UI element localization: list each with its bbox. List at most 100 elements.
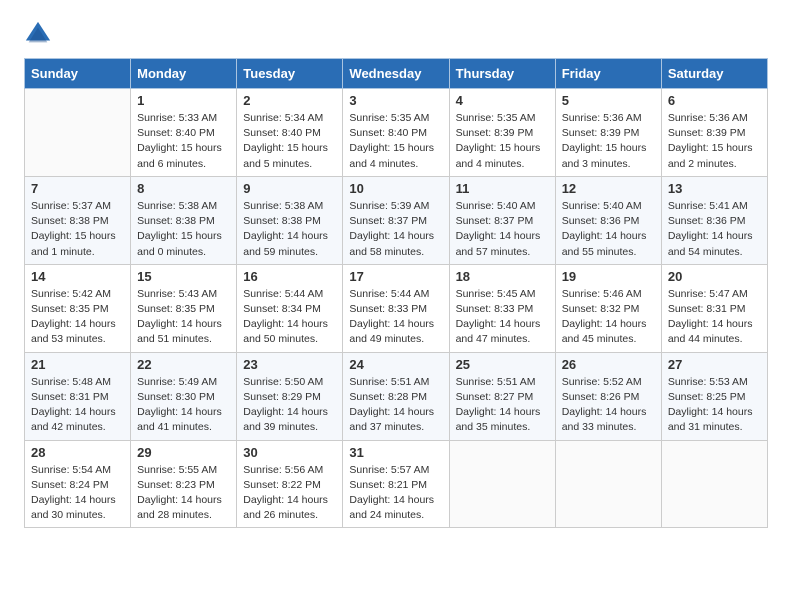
weekday-header-row: SundayMondayTuesdayWednesdayThursdayFrid… [25,59,768,89]
day-info: Sunrise: 5:45 AMSunset: 8:33 PMDaylight:… [456,288,541,346]
day-info: Sunrise: 5:35 AMSunset: 8:40 PMDaylight:… [349,112,434,170]
day-info: Sunrise: 5:33 AMSunset: 8:40 PMDaylight:… [137,112,222,170]
day-number: 20 [668,269,761,284]
day-info: Sunrise: 5:57 AMSunset: 8:21 PMDaylight:… [349,464,434,522]
day-info: Sunrise: 5:38 AMSunset: 8:38 PMDaylight:… [243,200,328,258]
calendar-cell [555,440,661,528]
day-number: 9 [243,181,336,196]
calendar-cell: 7 Sunrise: 5:37 AMSunset: 8:38 PMDayligh… [25,176,131,264]
calendar-week-4: 21 Sunrise: 5:48 AMSunset: 8:31 PMDaylig… [25,352,768,440]
calendar-cell: 26 Sunrise: 5:52 AMSunset: 8:26 PMDaylig… [555,352,661,440]
calendar-cell: 21 Sunrise: 5:48 AMSunset: 8:31 PMDaylig… [25,352,131,440]
day-info: Sunrise: 5:51 AMSunset: 8:27 PMDaylight:… [456,376,541,434]
calendar-cell: 19 Sunrise: 5:46 AMSunset: 8:32 PMDaylig… [555,264,661,352]
calendar-cell [449,440,555,528]
calendar-cell: 29 Sunrise: 5:55 AMSunset: 8:23 PMDaylig… [131,440,237,528]
calendar-cell: 10 Sunrise: 5:39 AMSunset: 8:37 PMDaylig… [343,176,449,264]
day-number: 16 [243,269,336,284]
calendar-cell: 2 Sunrise: 5:34 AMSunset: 8:40 PMDayligh… [237,89,343,177]
weekday-header-friday: Friday [555,59,661,89]
calendar-cell: 25 Sunrise: 5:51 AMSunset: 8:27 PMDaylig… [449,352,555,440]
calendar-week-1: 1 Sunrise: 5:33 AMSunset: 8:40 PMDayligh… [25,89,768,177]
calendar-cell: 22 Sunrise: 5:49 AMSunset: 8:30 PMDaylig… [131,352,237,440]
weekday-header-tuesday: Tuesday [237,59,343,89]
day-number: 5 [562,93,655,108]
day-number: 31 [349,445,442,460]
day-number: 7 [31,181,124,196]
calendar-cell: 30 Sunrise: 5:56 AMSunset: 8:22 PMDaylig… [237,440,343,528]
calendar-cell: 12 Sunrise: 5:40 AMSunset: 8:36 PMDaylig… [555,176,661,264]
day-info: Sunrise: 5:55 AMSunset: 8:23 PMDaylight:… [137,464,222,522]
day-info: Sunrise: 5:40 AMSunset: 8:37 PMDaylight:… [456,200,541,258]
calendar-cell [25,89,131,177]
day-number: 14 [31,269,124,284]
logo-icon [24,20,52,48]
day-info: Sunrise: 5:39 AMSunset: 8:37 PMDaylight:… [349,200,434,258]
day-number: 27 [668,357,761,372]
calendar-cell: 3 Sunrise: 5:35 AMSunset: 8:40 PMDayligh… [343,89,449,177]
calendar-cell: 9 Sunrise: 5:38 AMSunset: 8:38 PMDayligh… [237,176,343,264]
weekday-header-sunday: Sunday [25,59,131,89]
day-number: 13 [668,181,761,196]
day-info: Sunrise: 5:56 AMSunset: 8:22 PMDaylight:… [243,464,328,522]
weekday-header-monday: Monday [131,59,237,89]
day-info: Sunrise: 5:36 AMSunset: 8:39 PMDaylight:… [668,112,753,170]
day-number: 3 [349,93,442,108]
day-info: Sunrise: 5:54 AMSunset: 8:24 PMDaylight:… [31,464,116,522]
day-number: 19 [562,269,655,284]
day-info: Sunrise: 5:44 AMSunset: 8:34 PMDaylight:… [243,288,328,346]
calendar-cell: 11 Sunrise: 5:40 AMSunset: 8:37 PMDaylig… [449,176,555,264]
calendar-cell: 6 Sunrise: 5:36 AMSunset: 8:39 PMDayligh… [661,89,767,177]
day-number: 4 [456,93,549,108]
day-number: 29 [137,445,230,460]
calendar-week-2: 7 Sunrise: 5:37 AMSunset: 8:38 PMDayligh… [25,176,768,264]
day-number: 8 [137,181,230,196]
weekday-header-saturday: Saturday [661,59,767,89]
day-info: Sunrise: 5:47 AMSunset: 8:31 PMDaylight:… [668,288,753,346]
calendar-week-5: 28 Sunrise: 5:54 AMSunset: 8:24 PMDaylig… [25,440,768,528]
day-info: Sunrise: 5:51 AMSunset: 8:28 PMDaylight:… [349,376,434,434]
day-number: 30 [243,445,336,460]
day-number: 17 [349,269,442,284]
day-info: Sunrise: 5:35 AMSunset: 8:39 PMDaylight:… [456,112,541,170]
calendar-cell: 8 Sunrise: 5:38 AMSunset: 8:38 PMDayligh… [131,176,237,264]
calendar-table: SundayMondayTuesdayWednesdayThursdayFrid… [24,58,768,528]
day-number: 1 [137,93,230,108]
calendar-cell: 4 Sunrise: 5:35 AMSunset: 8:39 PMDayligh… [449,89,555,177]
calendar-cell: 14 Sunrise: 5:42 AMSunset: 8:35 PMDaylig… [25,264,131,352]
calendar-cell [661,440,767,528]
day-info: Sunrise: 5:43 AMSunset: 8:35 PMDaylight:… [137,288,222,346]
day-number: 25 [456,357,549,372]
logo [24,20,56,48]
day-info: Sunrise: 5:44 AMSunset: 8:33 PMDaylight:… [349,288,434,346]
day-info: Sunrise: 5:40 AMSunset: 8:36 PMDaylight:… [562,200,647,258]
day-number: 15 [137,269,230,284]
day-number: 10 [349,181,442,196]
day-info: Sunrise: 5:42 AMSunset: 8:35 PMDaylight:… [31,288,116,346]
weekday-header-wednesday: Wednesday [343,59,449,89]
calendar-cell: 17 Sunrise: 5:44 AMSunset: 8:33 PMDaylig… [343,264,449,352]
day-number: 21 [31,357,124,372]
calendar-cell: 23 Sunrise: 5:50 AMSunset: 8:29 PMDaylig… [237,352,343,440]
day-info: Sunrise: 5:37 AMSunset: 8:38 PMDaylight:… [31,200,116,258]
day-number: 23 [243,357,336,372]
day-number: 2 [243,93,336,108]
day-info: Sunrise: 5:52 AMSunset: 8:26 PMDaylight:… [562,376,647,434]
day-number: 22 [137,357,230,372]
day-number: 26 [562,357,655,372]
calendar-cell: 16 Sunrise: 5:44 AMSunset: 8:34 PMDaylig… [237,264,343,352]
weekday-header-thursday: Thursday [449,59,555,89]
calendar-cell: 31 Sunrise: 5:57 AMSunset: 8:21 PMDaylig… [343,440,449,528]
day-info: Sunrise: 5:50 AMSunset: 8:29 PMDaylight:… [243,376,328,434]
day-info: Sunrise: 5:49 AMSunset: 8:30 PMDaylight:… [137,376,222,434]
page-header [24,20,768,48]
day-number: 18 [456,269,549,284]
calendar-cell: 28 Sunrise: 5:54 AMSunset: 8:24 PMDaylig… [25,440,131,528]
day-number: 24 [349,357,442,372]
day-info: Sunrise: 5:38 AMSunset: 8:38 PMDaylight:… [137,200,222,258]
day-number: 11 [456,181,549,196]
calendar-cell: 15 Sunrise: 5:43 AMSunset: 8:35 PMDaylig… [131,264,237,352]
day-number: 6 [668,93,761,108]
day-info: Sunrise: 5:46 AMSunset: 8:32 PMDaylight:… [562,288,647,346]
calendar-cell: 1 Sunrise: 5:33 AMSunset: 8:40 PMDayligh… [131,89,237,177]
